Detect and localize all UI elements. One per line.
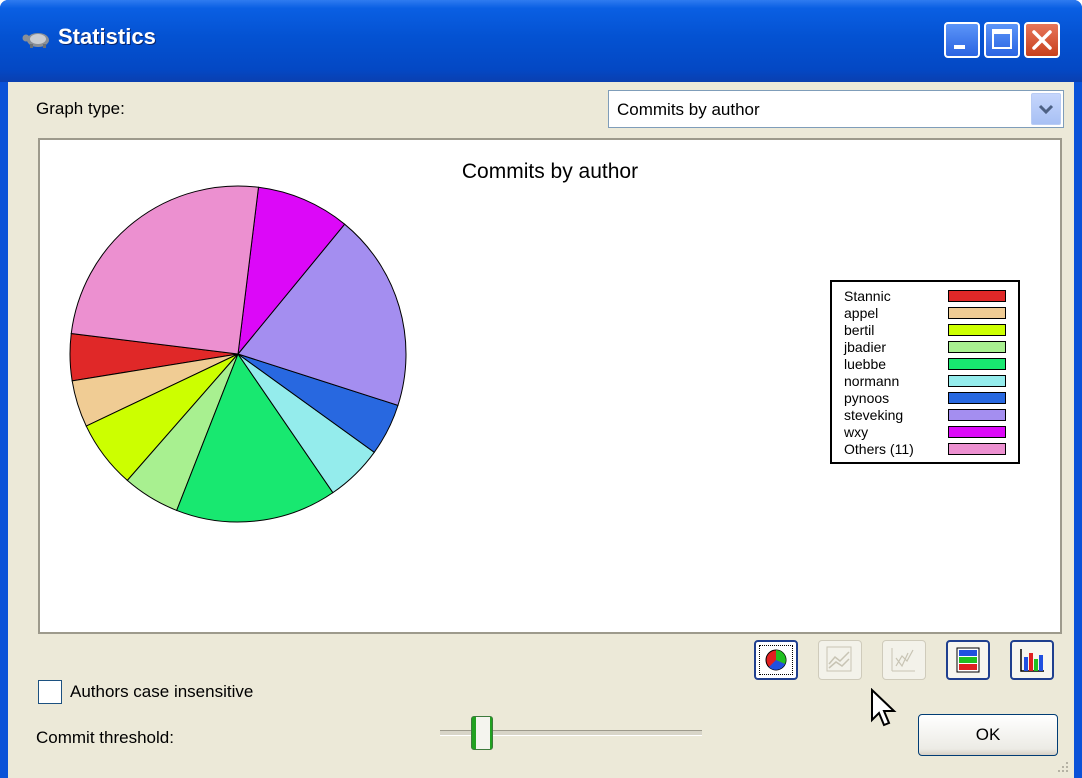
legend-entry: pynoos <box>832 390 1018 407</box>
legend-swatch <box>948 341 1006 353</box>
pie-slice-others-11 <box>70 185 260 355</box>
minimize-icon <box>954 45 965 49</box>
legend-entry: jbadier <box>832 339 1018 356</box>
legend-label: Others (11) <box>844 441 914 457</box>
legend-label: normann <box>844 373 900 389</box>
legend-label: steveking <box>844 407 904 423</box>
legend-swatch <box>948 426 1006 438</box>
legend-label: Stannic <box>844 288 891 304</box>
legend-swatch <box>948 375 1006 387</box>
pie-chart-icon <box>765 649 787 671</box>
legend-swatch <box>948 290 1006 302</box>
minimize-button[interactable] <box>944 22 980 58</box>
legend-entry: wxy <box>832 424 1018 441</box>
stacked-bar-button[interactable] <box>946 640 990 680</box>
legend-label: luebbe <box>844 356 887 372</box>
legend-label: appel <box>844 305 879 321</box>
dropdown-button[interactable] <box>1031 93 1061 125</box>
graph-type-select[interactable]: Commits by author <box>608 90 1064 128</box>
chart-legend: Stannic appel bertil jbadier luebbe normann py… <box>830 280 1020 464</box>
legend-entry: bertil <box>832 322 1018 339</box>
scatter-chart-button <box>882 640 926 680</box>
maximize-button[interactable] <box>984 22 1020 58</box>
window-title: Statistics <box>58 24 156 49</box>
legend-swatch <box>948 443 1006 455</box>
pie-chart <box>69 185 407 523</box>
legend-swatch <box>948 409 1006 421</box>
commit-threshold-slider-thumb[interactable] <box>471 716 494 750</box>
commit-threshold-label: Commit threshold: <box>36 728 174 747</box>
pie-chart-button[interactable] <box>754 640 798 680</box>
legend-swatch <box>948 392 1006 404</box>
chart-area: Commits by author Stannic appel bertil jbad… <box>38 138 1062 634</box>
bar-chart-button[interactable] <box>1010 640 1054 680</box>
mouse-cursor-icon <box>871 688 897 727</box>
stacked-bar-icon <box>956 647 980 673</box>
legend-entry: steveking <box>832 407 1018 424</box>
graph-type-label: Graph type: <box>36 99 125 118</box>
title-bar[interactable]: Statistics <box>0 0 1082 82</box>
legend-swatch <box>948 358 1006 370</box>
dialog-body: Graph type: Commits by author Commits by… <box>8 82 1074 778</box>
close-icon <box>1032 30 1052 50</box>
legend-label: pynoos <box>844 390 890 406</box>
legend-swatch <box>948 307 1006 319</box>
graph-type-value: Commits by author <box>617 100 760 119</box>
close-button[interactable] <box>1024 22 1060 58</box>
bar-chart-icon <box>1020 649 1044 672</box>
statistics-window: Statistics Graph type: Commits by author… <box>0 0 1082 778</box>
legend-entry: normann <box>832 373 1018 390</box>
ok-button[interactable]: OK <box>918 714 1058 756</box>
authors-case-insensitive-checkbox[interactable] <box>38 680 62 704</box>
authors-case-insensitive-label[interactable]: Authors case insensitive <box>70 682 253 702</box>
legend-entry: Others (11) <box>832 441 1018 458</box>
line-chart-button <box>818 640 862 680</box>
chevron-down-icon <box>1038 104 1054 115</box>
tortoise-app-icon <box>22 33 49 48</box>
legend-swatch <box>948 324 1006 336</box>
legend-label: jbadier <box>844 339 887 355</box>
legend-entry: appel <box>832 305 1018 322</box>
legend-label: bertil <box>844 322 875 338</box>
legend-entry: luebbe <box>832 356 1018 373</box>
line-chart-icon <box>826 646 852 672</box>
resize-grip-icon[interactable] <box>1054 758 1070 774</box>
legend-entry: Stannic <box>832 288 1018 305</box>
scatter-chart-icon <box>891 648 915 672</box>
maximize-icon <box>992 29 1012 49</box>
legend-label: wxy <box>844 424 869 440</box>
